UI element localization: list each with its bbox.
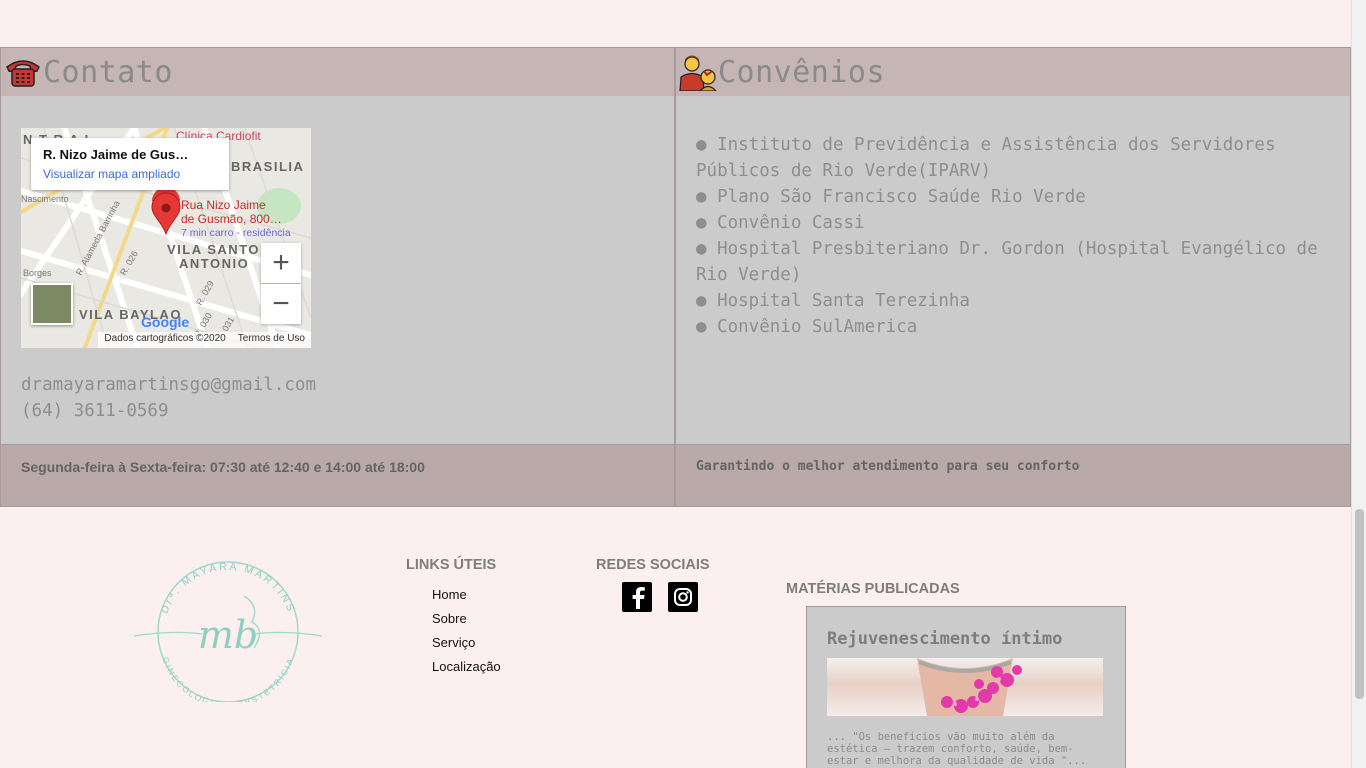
map-label: BRASILIA: [231, 159, 304, 174]
list-item: ● Hospital Presbiteriano Dr. Gordon (Hos…: [696, 239, 1318, 285]
list-item: ● Convênio Cassi: [696, 213, 865, 233]
zoom-in-button[interactable]: +: [261, 243, 301, 283]
logo-monogram: mb: [198, 613, 258, 657]
footer-link-location[interactable]: Localização: [432, 658, 501, 682]
logo-top-text: Drª. MAYARA MARTINS: [159, 561, 295, 616]
contact-title: Contato: [43, 54, 173, 90]
map-label: VILA SANTO: [167, 242, 260, 257]
map-pin-label: Rua Nizo Jaime de Gusmão, 800… 7 min car…: [181, 198, 291, 240]
map-label: ANTONIO: [179, 256, 249, 271]
doctor-patient-icon: [678, 52, 718, 92]
map-info-card: R. Nizo Jaime de Gus… Visualizar mapa am…: [31, 138, 229, 190]
post-excerpt: ... "Os benefícios vão muito além da est…: [827, 731, 1087, 767]
insurance-card: Convênios ● Instituto de Previdência e A…: [675, 47, 1351, 507]
list-item: ● Hospital Santa Terezinha: [696, 291, 970, 311]
insurance-footer: Garantindo o melhor atendimento para seu…: [676, 444, 1350, 506]
links-title: LINKS ÚTEIS: [406, 557, 497, 573]
instagram-icon[interactable]: [668, 582, 698, 612]
list-item: ● Plano São Francisco Saúde Rio Verde: [696, 187, 1086, 207]
pin-line-1: Rua Nizo Jaime: [181, 198, 266, 212]
list-item: ● Convênio SulAmerica: [696, 317, 918, 337]
info-cards: Contato N T R A L: [0, 47, 1351, 507]
zoom-out-button[interactable]: −: [261, 284, 301, 324]
post-title[interactable]: Rejuvenescimento íntimo: [827, 629, 1105, 649]
useful-links: Home Sobre Serviço Localização: [432, 586, 501, 682]
insurance-list: ● Instituto de Previdência e Assistência…: [696, 132, 1330, 340]
footer-link-services[interactable]: Serviço: [432, 634, 501, 658]
map-place-title: R. Nizo Jaime de Gus…: [43, 147, 189, 162]
map-terms-link[interactable]: Termos de Uso: [238, 333, 305, 347]
contact-card-header: Contato: [1, 48, 674, 96]
contact-email[interactable]: dramayaramartinsgo@gmail.com: [21, 372, 316, 398]
clinic-logo[interactable]: Drª. MAYARA MARTINS GINECOLOGIA E OBSTET…: [132, 556, 324, 710]
pin-line-2: de Gusmão, 800…: [181, 212, 282, 226]
contact-details: dramayaramartinsgo@gmail.com (64) 3611-0…: [21, 372, 316, 424]
scrollbar-thumb[interactable]: [1355, 509, 1364, 699]
list-item: ● Instituto de Previdência e Assistência…: [696, 135, 1276, 181]
logo-bottom-text: GINECOLOGIA E OBSTETRÍCIA: [160, 656, 293, 710]
google-brand: Google: [141, 314, 189, 330]
insurance-card-header: Convênios: [676, 48, 1350, 96]
map-label: Borges: [23, 268, 52, 278]
contact-phone[interactable]: (64) 3611-0569: [21, 398, 316, 424]
contact-card: Contato N T R A L: [0, 47, 675, 507]
post-card[interactable]: Rejuvenescimento íntimo ... "Os benefíci…: [806, 606, 1126, 768]
post-image[interactable]: [827, 658, 1103, 716]
footer-link-home[interactable]: Home: [432, 586, 501, 610]
posts-title: MATÉRIAS PUBLICADAS: [786, 581, 960, 597]
satellite-toggle-button[interactable]: [31, 283, 73, 325]
office-hours: Segunda-feira à Sexta-feira: 07:30 até 1…: [1, 444, 674, 506]
map-attribution: Dados cartográficos ©2020 Termos de Uso: [98, 332, 311, 348]
embedded-map[interactable]: N T R A L BRASILIA VILA SANTO ANTONIO VI…: [21, 128, 311, 348]
facebook-icon[interactable]: [622, 582, 652, 612]
svg-text:Drª. MAYARA MARTINS: Drª. MAYARA MARTINS: [159, 561, 298, 616]
pin-subtitle: 7 min carro - residência: [181, 227, 291, 239]
map-data-credit: Dados cartográficos ©2020: [104, 333, 226, 344]
svg-text:GINECOLOGIA E OBSTETRÍCIA: GINECOLOGIA E OBSTETRÍCIA: [160, 656, 295, 702]
telephone-icon: [3, 52, 43, 92]
map-label: Nascimento: [21, 194, 69, 204]
enlarge-map-link[interactable]: Visualizar mapa ampliado: [43, 167, 217, 181]
social-title: REDES SOCIAIS: [596, 557, 710, 573]
insurance-title: Convênios: [718, 54, 886, 90]
page-scrollbar[interactable]: [1351, 0, 1366, 768]
footer-link-about[interactable]: Sobre: [432, 610, 501, 634]
